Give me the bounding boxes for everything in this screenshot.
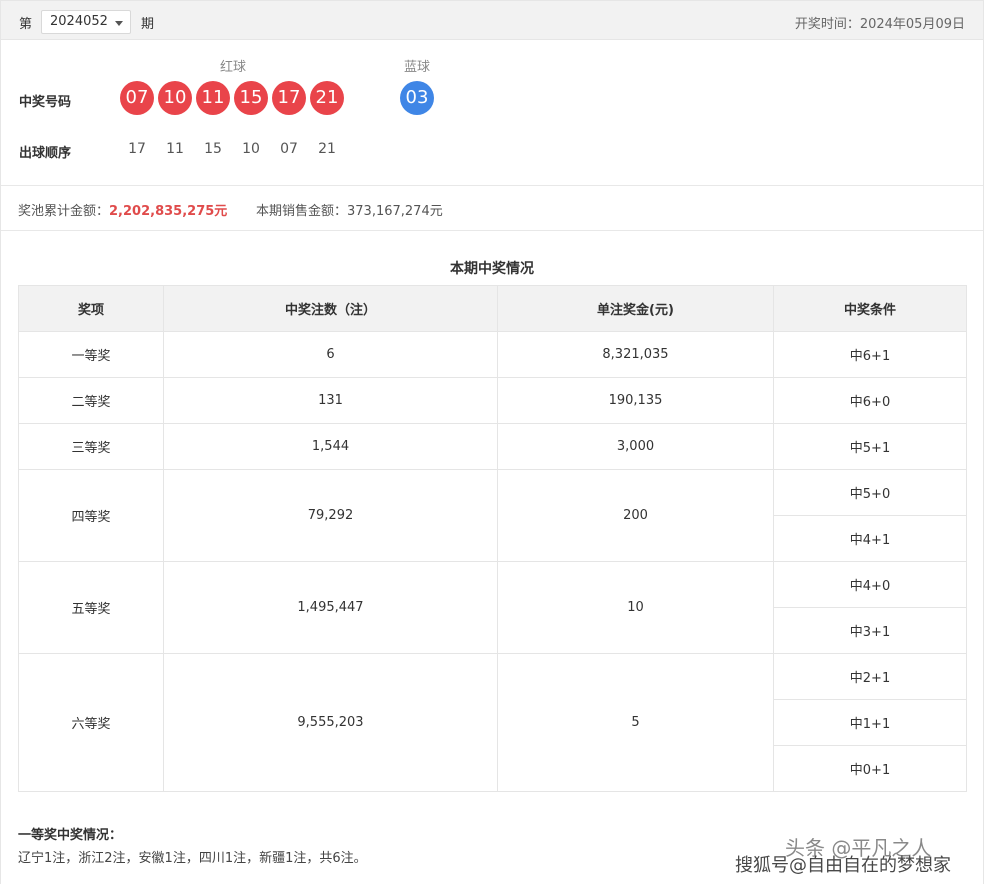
column-header: 中奖注数（注） bbox=[163, 285, 498, 332]
win-condition: 中3+1 bbox=[773, 607, 967, 654]
prize-amount: 190,135 bbox=[497, 377, 774, 424]
period-suffix: 期 bbox=[141, 17, 155, 32]
table-header-row: 奖项 中奖注数（注） 单注奖金(元) 中奖条件 bbox=[18, 285, 967, 332]
sales-amount: 373,167,274元 bbox=[347, 204, 443, 219]
prize-level: 一等奖 bbox=[18, 331, 164, 378]
table-row: 一等奖 6 8,321,035 中6+1 bbox=[18, 331, 967, 378]
draw-order-number: 07 bbox=[280, 141, 298, 157]
win-condition: 中6+1 bbox=[773, 331, 967, 378]
prize-level: 六等奖 bbox=[18, 653, 164, 792]
prize-level: 五等奖 bbox=[18, 561, 164, 654]
pool-amount: 2,202,835,275元 bbox=[109, 204, 228, 219]
draw-date: 开奖时间：2024年05月09日 bbox=[794, 17, 965, 32]
win-condition: 中0+1 bbox=[773, 745, 967, 792]
draw-order-number: 17 bbox=[128, 141, 146, 157]
prize-table: 奖项 中奖注数（注） 单注奖金(元) 中奖条件 一等奖 6 8,321,035 … bbox=[18, 285, 967, 792]
column-header: 单注奖金(元) bbox=[497, 285, 774, 332]
win-condition: 中5+1 bbox=[773, 423, 967, 470]
prize-level: 三等奖 bbox=[18, 423, 164, 470]
winner-count: 6 bbox=[163, 331, 498, 378]
win-condition: 中5+0 bbox=[773, 469, 967, 516]
first-prize-title: 一等奖中奖情况： bbox=[18, 828, 123, 843]
prize-amount: 8,321,035 bbox=[497, 331, 774, 378]
prize-level: 四等奖 bbox=[18, 469, 164, 562]
prize-amount: 5 bbox=[497, 653, 774, 792]
winner-count: 1,495,447 bbox=[163, 561, 498, 654]
draw-order-number: 15 bbox=[204, 141, 222, 157]
red-ball: 07 bbox=[120, 81, 154, 115]
table-row: 二等奖 131 190,135 中6+0 bbox=[18, 377, 967, 424]
win-condition: 中4+1 bbox=[773, 515, 967, 562]
table-row: 六等奖 9,555,203 5 中2+1 bbox=[18, 653, 967, 792]
red-ball: 11 bbox=[196, 81, 230, 115]
win-condition: 中4+0 bbox=[773, 561, 967, 608]
period-bar: 第 2024052 期 开奖时间：2024年05月09日 bbox=[0, 0, 984, 40]
table-row: 三等奖 1,544 3,000 中5+1 bbox=[18, 423, 967, 470]
draw-order-label: 出球顺序 bbox=[19, 146, 72, 161]
prize-level: 二等奖 bbox=[18, 377, 164, 424]
prize-amount: 200 bbox=[497, 469, 774, 562]
winner-count: 79,292 bbox=[163, 469, 498, 562]
table-row: 四等奖 79,292 200 中5+0 bbox=[18, 469, 967, 562]
prize-amount: 10 bbox=[497, 561, 774, 654]
draw-order-number: 21 bbox=[318, 141, 336, 157]
pool-label: 奖池累计金额： bbox=[18, 204, 110, 219]
winner-count: 131 bbox=[163, 377, 498, 424]
divider bbox=[1, 185, 983, 186]
draw-order-number: 11 bbox=[166, 141, 184, 157]
red-ball: 10 bbox=[158, 81, 192, 115]
blue-ball: 03 bbox=[400, 81, 434, 115]
win-condition: 中6+0 bbox=[773, 377, 967, 424]
column-header: 中奖条件 bbox=[773, 285, 967, 332]
divider bbox=[1, 230, 983, 231]
blue-ball-header: 蓝球 bbox=[404, 60, 431, 75]
draw-order-number: 10 bbox=[242, 141, 260, 157]
winner-count: 9,555,203 bbox=[163, 653, 498, 792]
period-value: 2024052 bbox=[50, 14, 108, 29]
period-select[interactable]: 2024052 bbox=[41, 10, 131, 34]
winner-count: 1,544 bbox=[163, 423, 498, 470]
sales-label: 本期销售金额： bbox=[256, 204, 348, 219]
first-prize-detail: 辽宁1注，浙江2注，安徽1注，四川1注，新疆1注，共6注。 bbox=[18, 851, 367, 866]
red-ball: 17 bbox=[272, 81, 306, 115]
red-ball: 15 bbox=[234, 81, 268, 115]
period-prefix: 第 bbox=[19, 17, 33, 32]
watermark-sohu: 搜狐号@自由自在的梦想家 bbox=[735, 855, 951, 876]
prize-table-title: 本期中奖情况 bbox=[450, 261, 534, 277]
red-ball: 21 bbox=[310, 81, 344, 115]
red-ball-header: 红球 bbox=[220, 60, 247, 75]
chevron-down-icon bbox=[115, 21, 123, 26]
sales-summary: 本期销售金额：373,167,274元 bbox=[256, 200, 443, 219]
column-header: 奖项 bbox=[18, 285, 164, 332]
win-condition: 中2+1 bbox=[773, 653, 967, 700]
win-condition: 中1+1 bbox=[773, 699, 967, 746]
prize-amount: 3,000 bbox=[497, 423, 774, 470]
table-row: 五等奖 1,495,447 10 中4+0 bbox=[18, 561, 967, 654]
winning-numbers-label: 中奖号码 bbox=[19, 95, 72, 110]
pool-summary: 奖池累计金额：2,202,835,275元 bbox=[18, 200, 227, 219]
